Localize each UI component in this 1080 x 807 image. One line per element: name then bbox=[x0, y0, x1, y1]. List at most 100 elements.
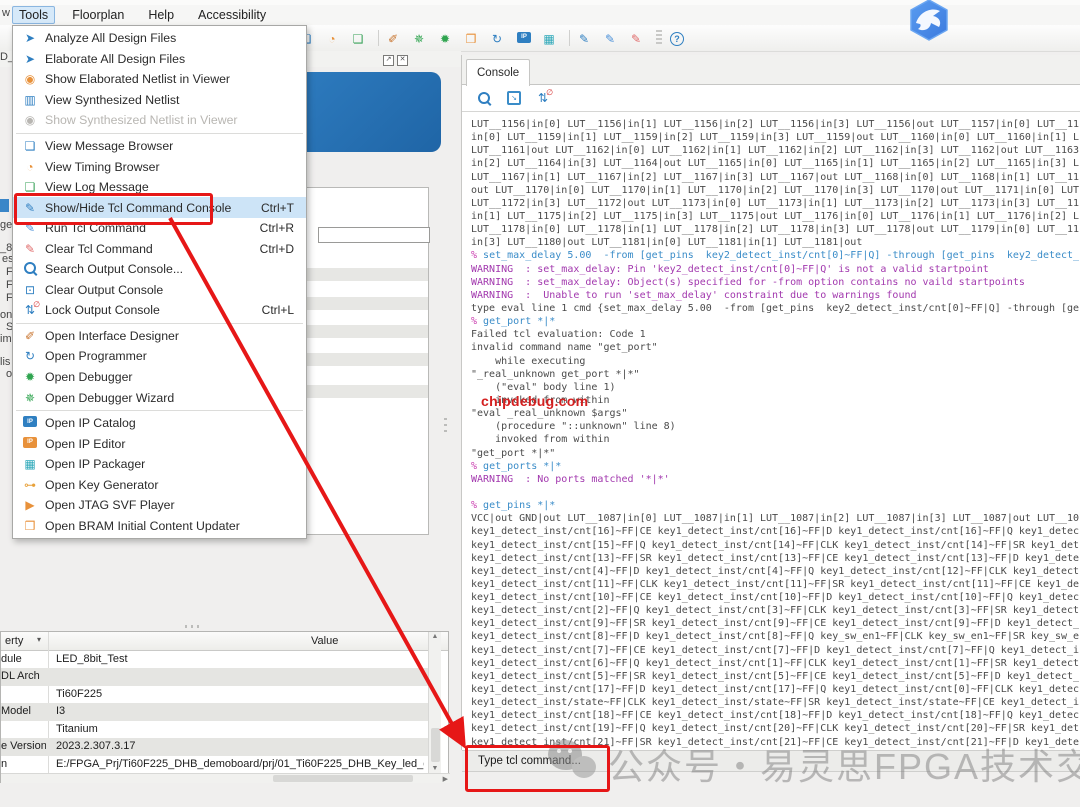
menu-item-open-key-generator[interactable]: ⊶Open Key Generator bbox=[13, 474, 306, 495]
console-line: key1_detect_inst/cnt[8]~FF|D key1_detect… bbox=[471, 630, 1079, 643]
lock-console-icon: ⇅ bbox=[21, 303, 39, 317]
sort-arrow-icon[interactable]: ▾ bbox=[37, 635, 41, 644]
menu-item-show-synthesized-netlist-in-viewer: ◉Show Synthesized Netlist in Viewer bbox=[13, 110, 306, 131]
property-column-header[interactable]: erty bbox=[5, 635, 23, 647]
menu-item-open-debugger-wizard[interactable]: ✵Open Debugger Wizard bbox=[13, 387, 306, 408]
panel-float-icon[interactable]: ↗ bbox=[383, 55, 394, 66]
tcl-console-icon: ✎ bbox=[579, 32, 589, 46]
property-row[interactable]: DL Arch bbox=[1, 668, 428, 685]
scroll-lock-icon[interactable]: ⇅ bbox=[538, 91, 548, 105]
project-filter-input[interactable] bbox=[318, 227, 430, 243]
property-value: Titanium bbox=[56, 723, 424, 735]
toolbar-open-bram-updater-button[interactable]: ❒ bbox=[465, 31, 483, 46]
menu-item-open-bram-initial-content-updater[interactable]: ❒Open BRAM Initial Content Updater bbox=[13, 516, 306, 537]
clear-console-icon[interactable]: ↘ bbox=[507, 91, 521, 105]
menu-item-show-elaborated-netlist-in-viewer[interactable]: ◉Show Elaborated Netlist in Viewer bbox=[13, 69, 306, 90]
tab-console[interactable]: Console bbox=[466, 59, 530, 86]
console-line: Failed tcl evaluation: Code 1 bbox=[471, 328, 1079, 341]
console-line: key1_detect_inst/cnt[15]~FF|Q key1_detec… bbox=[471, 539, 1079, 552]
bug-icon: ✹ bbox=[21, 370, 39, 384]
console-line: key1_detect_inst/cnt[9]~FF|SR key1_detec… bbox=[471, 617, 1079, 630]
ip-box-blue-icon bbox=[21, 416, 39, 430]
menu-item-show-hide-tcl-command-console[interactable]: ✎Show/Hide Tcl Command ConsoleCtrl+T bbox=[13, 197, 306, 218]
menu-item-open-ip-packager[interactable]: ▦Open IP Packager bbox=[13, 454, 306, 475]
toolbar-open-debugger-button[interactable]: ✹ bbox=[439, 31, 457, 46]
toolbar-separator bbox=[378, 30, 379, 46]
menubar-item-help[interactable]: Help bbox=[141, 6, 181, 24]
menu-item-shortcut: Ctrl+L bbox=[262, 303, 306, 317]
menu-item-search-output-console[interactable]: Search Output Console... bbox=[13, 259, 306, 280]
menu-item-open-ip-editor[interactable]: Open IP Editor bbox=[13, 433, 306, 454]
menu-item-label: Clear Output Console bbox=[45, 283, 163, 297]
toolbar-clear-tcl-button[interactable]: ✎ bbox=[630, 31, 648, 46]
menu-item-open-interface-designer[interactable]: ✐Open Interface Designer bbox=[13, 326, 306, 347]
menu-item-elaborate-all-design-files[interactable]: ➤Elaborate All Design Files bbox=[13, 49, 306, 70]
console-line: % set_max_delay 5.00 -from [get_pins key… bbox=[471, 249, 1079, 262]
menu-item-run-tcl-command[interactable]: ✎Run Tcl CommandCtrl+R bbox=[13, 218, 306, 239]
toolbar-run-tcl-button[interactable]: ✎ bbox=[604, 31, 622, 46]
property-row[interactable]: duleLED_8bit_Test bbox=[1, 651, 428, 668]
property-row[interactable]: e Version2023.2.307.3.17 bbox=[1, 738, 428, 755]
menu-item-open-programmer[interactable]: ↻Open Programmer bbox=[13, 346, 306, 367]
menu-item-open-debugger[interactable]: ✹Open Debugger bbox=[13, 367, 306, 388]
property-row[interactable]: ModelI3 bbox=[1, 703, 428, 720]
scroll-down-icon[interactable]: ▼ bbox=[429, 765, 441, 772]
selected-item-sliver bbox=[0, 199, 9, 212]
menu-separator bbox=[16, 410, 303, 411]
value-column-header[interactable]: Value bbox=[311, 635, 338, 647]
netlist-viewer-disabled-icon: ◉ bbox=[21, 113, 39, 127]
packager-icon: ▦ bbox=[21, 457, 39, 471]
vscroll-thumb[interactable] bbox=[431, 728, 440, 762]
toolbar-view-timing-browser-button[interactable]: ◔ bbox=[326, 31, 344, 46]
menu-item-view-timing-browser[interactable]: ◔View Timing Browser bbox=[13, 156, 306, 177]
tools-menu-dropdown: ➤Analyze All Design Files➤Elaborate All … bbox=[12, 25, 307, 539]
properties-hscrollbar[interactable]: ▶ bbox=[1, 773, 450, 783]
tcl-command-input[interactable] bbox=[476, 754, 900, 768]
toolbar-view-log-message-button[interactable]: ❏ bbox=[352, 31, 370, 46]
toolbar-help-button[interactable]: ? bbox=[670, 30, 688, 46]
properties-vscrollbar[interactable]: ▲ ▼ bbox=[428, 632, 441, 773]
property-row[interactable]: Titanium bbox=[1, 721, 428, 738]
menubar-item-tools[interactable]: Tools bbox=[12, 6, 55, 24]
property-row[interactable]: nE:/FPGA_Prj/Ti60F225_DHB_demoboard/prj/… bbox=[1, 756, 428, 773]
bug-wizard-icon: ✵ bbox=[21, 391, 39, 405]
toolbar-open-debugger-wizard-button[interactable]: ✵ bbox=[413, 31, 431, 46]
console-line: (procedure "::unknown" line 8) bbox=[471, 420, 1079, 433]
menu-item-clear-tcl-command[interactable]: ✎Clear Tcl CommandCtrl+D bbox=[13, 238, 306, 259]
log-message-icon: ❏ bbox=[21, 180, 39, 194]
toolbar-open-ip-packager-button[interactable]: ▦ bbox=[543, 31, 561, 46]
toolbar-open-ip-catalog-button[interactable] bbox=[517, 31, 535, 46]
panel-close-icon[interactable]: ✕ bbox=[397, 55, 408, 66]
menu-item-clear-output-console[interactable]: ⊡Clear Output Console bbox=[13, 280, 306, 301]
jtag-player-icon: ▶ bbox=[21, 498, 39, 512]
vertical-splitter-handle[interactable] bbox=[444, 418, 447, 436]
menu-item-label: Elaborate All Design Files bbox=[45, 52, 185, 66]
menu-item-label: View Log Message bbox=[45, 180, 149, 194]
clipped-text-fragment: lis bbox=[0, 356, 10, 368]
menu-item-view-log-message[interactable]: ❏ View Log Message bbox=[13, 177, 306, 198]
property-row[interactable]: Ti60F225 bbox=[1, 686, 428, 703]
menu-item-label: View Timing Browser bbox=[45, 160, 160, 174]
toolbar-open-interface-designer-button[interactable]: ✐ bbox=[387, 31, 405, 46]
menubar-item-accessibility[interactable]: Accessibility bbox=[191, 6, 273, 24]
toolbar-tcl-console-button[interactable]: ✎ bbox=[578, 31, 596, 46]
menu-item-open-ip-catalog[interactable]: Open IP Catalog bbox=[13, 413, 306, 434]
console-line: invalid command name "get_port" bbox=[471, 341, 1079, 354]
menu-item-lock-output-console[interactable]: ⇅Lock Output ConsoleCtrl+L bbox=[13, 300, 306, 321]
toolbar-open-programmer-button[interactable]: ↻ bbox=[491, 31, 509, 46]
menu-item-open-jtag-svf-player[interactable]: ▶Open JTAG SVF Player bbox=[13, 495, 306, 516]
menubar-clipped-text: w bbox=[2, 7, 10, 19]
programmer-icon: ↻ bbox=[21, 349, 39, 363]
horizontal-splitter-handle[interactable] bbox=[185, 625, 203, 628]
menu-item-view-synthesized-netlist[interactable]: ▥View Synthesized Netlist bbox=[13, 90, 306, 111]
scroll-up-icon[interactable]: ▲ bbox=[429, 633, 441, 640]
menubar-item-floorplan[interactable]: Floorplan bbox=[65, 6, 131, 24]
search-console-icon[interactable] bbox=[478, 92, 490, 104]
property-label: dule bbox=[1, 653, 46, 665]
menu-item-view-message-browser[interactable]: ❏View Message Browser bbox=[13, 136, 306, 157]
open-debugger-wizard-icon: ✵ bbox=[414, 32, 424, 46]
scroll-right-icon[interactable]: ▶ bbox=[443, 775, 448, 783]
hscroll-thumb[interactable] bbox=[273, 775, 413, 782]
menu-item-analyze-all-design-files[interactable]: ➤Analyze All Design Files bbox=[13, 28, 306, 49]
toolbar-separator bbox=[569, 30, 570, 46]
